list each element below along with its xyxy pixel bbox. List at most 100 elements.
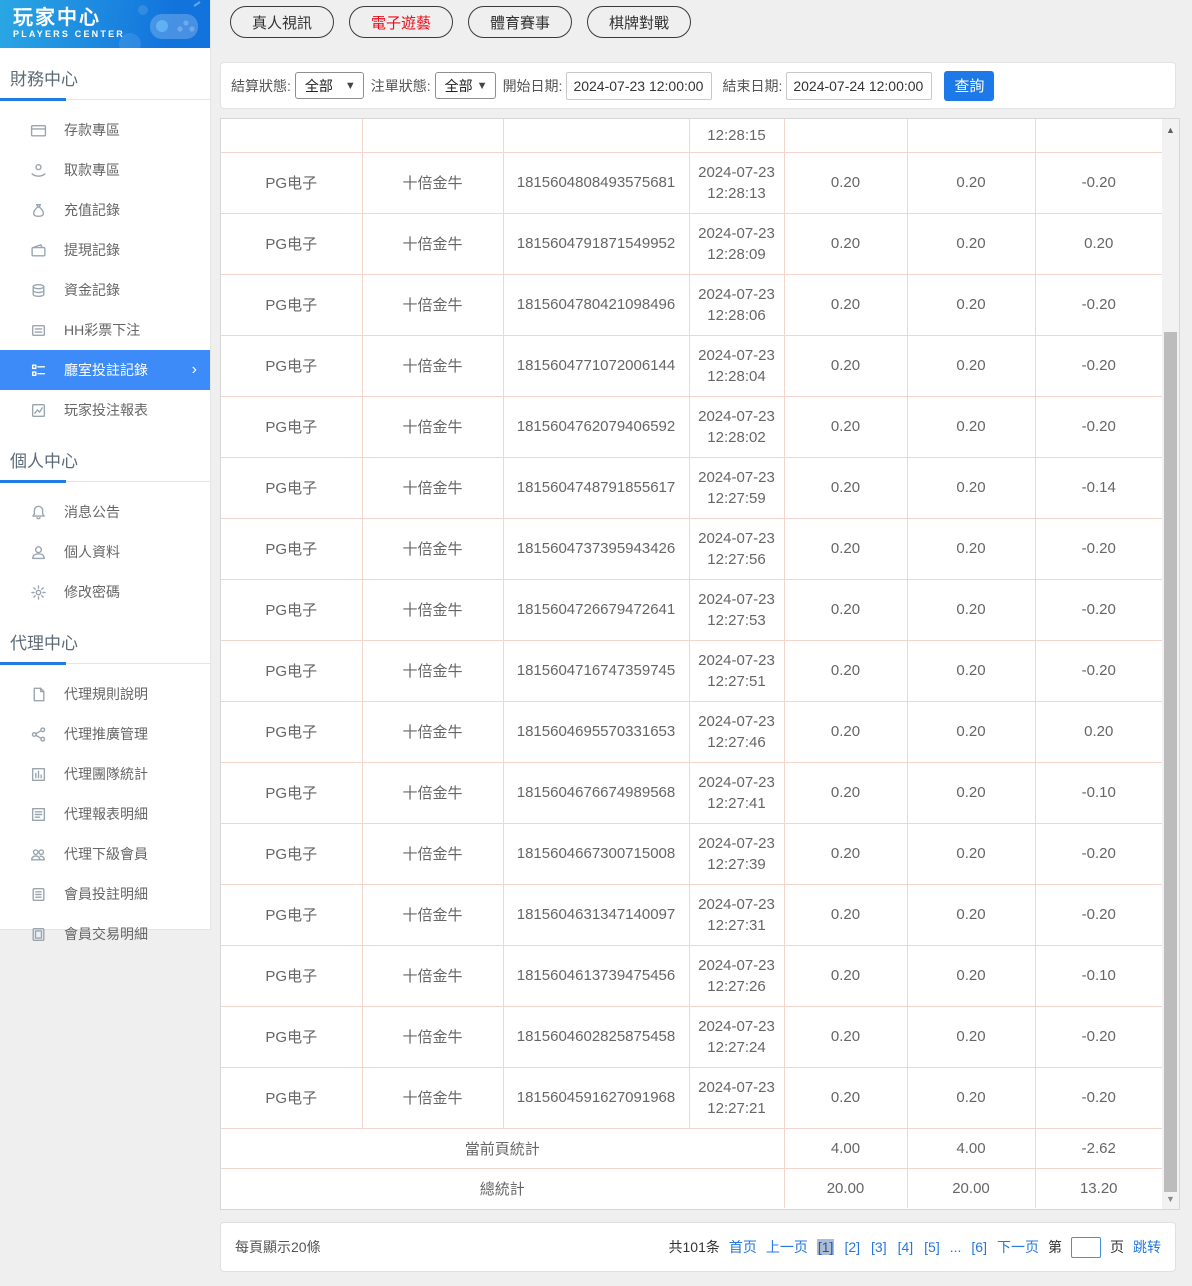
sidebar-item[interactable]: 代理下級會員 bbox=[0, 834, 210, 874]
sidebar-item[interactable]: 修改密碼 bbox=[0, 572, 210, 612]
start-date-input[interactable] bbox=[566, 71, 713, 100]
cell-time: 12:28:15 bbox=[688, 119, 785, 153]
cell-platform: PG电子 bbox=[221, 456, 363, 519]
cell-date: 2024-07-23 12:28:02 bbox=[688, 395, 785, 458]
cell-bet: 0.20 bbox=[783, 761, 908, 824]
sidebar-item[interactable]: 充值記錄 bbox=[0, 190, 210, 230]
pagination-bar: 每頁顯示20條 共101条 首页 上一页 [1] [2] [3] [4] [5]...[… bbox=[220, 1222, 1176, 1272]
table-row: PG电子 十倍金牛 1815604726679472641 2024-07-23 12:… bbox=[221, 578, 1162, 641]
tab-active[interactable]: 電子遊藝 bbox=[349, 6, 454, 38]
cell-valid_bet: 0.20 bbox=[906, 944, 1036, 1007]
cell-date: 2024-07-23 12:27:53 bbox=[688, 578, 785, 641]
cell-order_no: 1815604676674989568 bbox=[502, 761, 690, 824]
jump-page-input[interactable] bbox=[1071, 1236, 1101, 1258]
summary-win_loss: -2.62 bbox=[1034, 1127, 1162, 1169]
cell-date: 2024-07-23 12:27:46 bbox=[688, 700, 785, 763]
profile-icon bbox=[30, 544, 47, 561]
scrollbar-thumb[interactable] bbox=[1164, 332, 1177, 1192]
cell-date: 2024-07-23 12:27:26 bbox=[688, 944, 785, 1007]
sidebar: 玩家中心 PLAYERS CENTER 財務中心 存款專區 取款專區 充值記錄 提現記錄… bbox=[0, 0, 211, 942]
summary-row: 當前頁統計 4.00 4.00 -2.62 bbox=[221, 1127, 1162, 1169]
filter-bar: 結算狀態: 全部 ▼ 注單狀態: 全部 ▼ 開始日期: 結束日期: 查詢 bbox=[220, 62, 1176, 109]
sidebar-item-label: 提現記錄 bbox=[64, 242, 120, 258]
sidebar-item-label: 個人資料 bbox=[64, 544, 120, 560]
cell-platform: PG电子 bbox=[221, 1005, 363, 1068]
jump-prefix-label: 第 bbox=[1048, 1239, 1062, 1255]
page-number-link[interactable]: [2] bbox=[843, 1239, 861, 1255]
sidebar-item[interactable]: 資金記錄 bbox=[0, 270, 210, 310]
tab[interactable]: 棋牌對戰 bbox=[587, 6, 692, 38]
sidebar-item[interactable]: 消息公告 bbox=[0, 492, 210, 532]
bet-records-icon bbox=[30, 362, 47, 379]
cell-game: 十倍金牛 bbox=[361, 700, 504, 763]
deposit-icon bbox=[30, 122, 47, 139]
order-status-label: 注單狀態: bbox=[370, 77, 431, 94]
page-links: [1] [2] [3] [4] [5]... [6] bbox=[816, 1239, 988, 1255]
members-icon bbox=[30, 846, 47, 863]
cell-platform: PG电子 bbox=[221, 578, 363, 641]
sidebar-item[interactable]: 存款專區 bbox=[0, 110, 210, 150]
cell-date: 2024-07-23 12:27:21 bbox=[688, 1066, 785, 1129]
settle-status-value: 全部 bbox=[304, 77, 333, 94]
page-number-link[interactable]: [3] bbox=[870, 1239, 888, 1255]
sidebar-item[interactable]: 會員投註明細 bbox=[0, 874, 210, 914]
sidebar-nav: 財務中心 存款專區 取款專區 充值記錄 提現記錄 資金記錄 HH彩票下注 廳室投註記錄 › 玩家投… bbox=[0, 65, 210, 954]
tab[interactable]: 真人視訊 bbox=[230, 6, 335, 38]
sidebar-item[interactable]: 會員交易明細 bbox=[0, 914, 210, 954]
sidebar-item[interactable]: 廳室投註記錄 › bbox=[0, 350, 210, 390]
cell-order_no: 1815604716747359745 bbox=[502, 639, 690, 702]
page-number-link[interactable]: [5] bbox=[923, 1239, 941, 1255]
cell-bet: 0.20 bbox=[783, 151, 908, 214]
sidebar-item[interactable]: HH彩票下注 bbox=[0, 310, 210, 350]
page-number-link[interactable]: [4] bbox=[897, 1239, 915, 1255]
chevron-right-icon: › bbox=[191, 361, 197, 378]
sidebar-item[interactable]: 提現記錄 bbox=[0, 230, 210, 270]
first-page-link[interactable]: 首页 bbox=[729, 1237, 757, 1257]
cell-game: 十倍金牛 bbox=[361, 1066, 504, 1129]
cell-bet: 0.20 bbox=[783, 944, 908, 1007]
table-row: PG电子 十倍金牛 1815604602825875458 2024-07-23 12:… bbox=[221, 1005, 1162, 1068]
sidebar-item[interactable]: 取款專區 bbox=[0, 150, 210, 190]
cell-valid_bet: 0.20 bbox=[906, 151, 1036, 214]
cell-win_loss: 0.20 bbox=[1034, 700, 1162, 763]
table-scrollbar[interactable]: ▲ ▼ bbox=[1162, 119, 1179, 1209]
table-row: PG电子 十倍金牛 1815604808493575681 2024-07-23 12:… bbox=[221, 151, 1162, 214]
prev-page-link[interactable]: 上一页 bbox=[766, 1237, 808, 1257]
cashout-icon bbox=[30, 242, 47, 259]
table-row: PG电子 十倍金牛 1815604695570331653 2024-07-23 12:… bbox=[221, 700, 1162, 763]
cell-win_loss: -0.14 bbox=[1034, 456, 1162, 519]
jump-button[interactable]: 跳转 bbox=[1133, 1237, 1161, 1257]
sidebar-item[interactable]: 玩家投注報表 bbox=[0, 390, 210, 430]
cell-valid_bet: 0.20 bbox=[906, 517, 1036, 580]
sidebar-item[interactable]: 代理報表明細 bbox=[0, 794, 210, 834]
sidebar-item[interactable]: 代理規則說明 bbox=[0, 674, 210, 714]
cell-date: 2024-07-23 12:28:04 bbox=[688, 334, 785, 397]
order-status-select[interactable]: 全部 ▼ bbox=[434, 72, 496, 99]
cell-platform: PG电子 bbox=[221, 700, 363, 763]
cell-bet: 0.20 bbox=[783, 639, 908, 702]
sidebar-item[interactable]: 個人資料 bbox=[0, 532, 210, 572]
next-page-link[interactable]: 下一页 bbox=[997, 1237, 1039, 1257]
table-row: PG电子 十倍金牛 1815604737395943426 2024-07-23 12:… bbox=[221, 517, 1162, 580]
page-number-current[interactable]: [1] bbox=[816, 1239, 835, 1255]
search-button[interactable]: 查詢 bbox=[944, 70, 995, 101]
scroll-down-icon[interactable]: ▼ bbox=[1162, 1194, 1179, 1204]
bell-icon bbox=[30, 504, 47, 521]
sidebar-item[interactable]: 代理團隊統計 bbox=[0, 754, 210, 794]
cell-platform: PG电子 bbox=[221, 212, 363, 275]
section-underline bbox=[0, 480, 210, 483]
cell-date: 2024-07-23 12:27:24 bbox=[688, 1005, 785, 1068]
cell-game: 十倍金牛 bbox=[361, 578, 504, 641]
sidebar-item[interactable]: 代理推廣管理 bbox=[0, 714, 210, 754]
cell-valid_bet: 0.20 bbox=[906, 1005, 1036, 1068]
table-row: PG电子 十倍金牛 1815604762079406592 2024-07-23 12:… bbox=[221, 395, 1162, 458]
settle-status-select[interactable]: 全部 ▼ bbox=[294, 72, 364, 99]
page-number-link[interactable]: [6] bbox=[970, 1239, 988, 1255]
cell-date: 2024-07-23 12:27:51 bbox=[688, 639, 785, 702]
end-date-input[interactable] bbox=[786, 71, 933, 100]
cell-date: 2024-07-23 12:27:31 bbox=[688, 883, 785, 946]
tab[interactable]: 體育賽事 bbox=[468, 6, 573, 38]
scroll-up-icon[interactable]: ▲ bbox=[1162, 125, 1179, 135]
chevron-down-icon: ▼ bbox=[476, 79, 488, 92]
page-ellipsis: ... bbox=[949, 1239, 962, 1255]
